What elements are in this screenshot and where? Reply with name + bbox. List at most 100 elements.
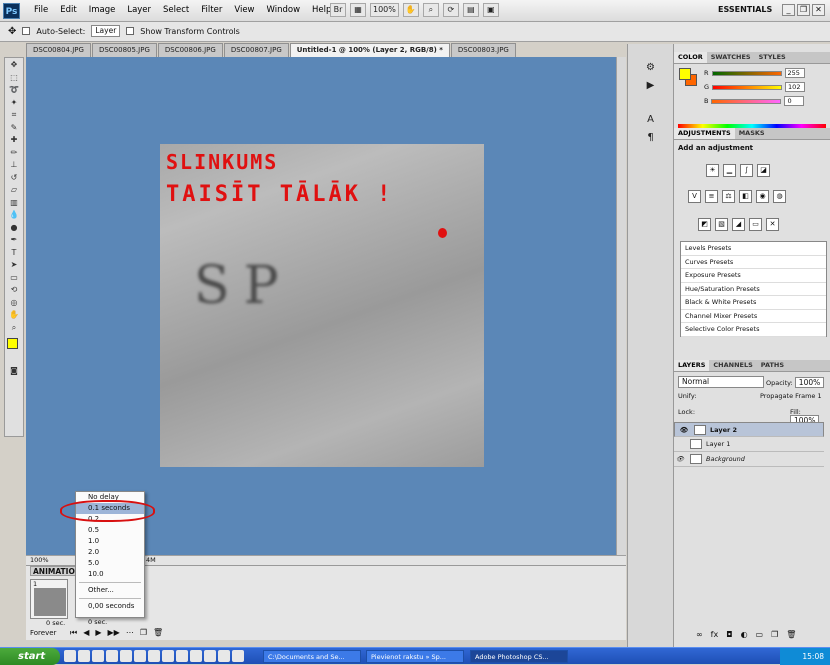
layer-style-icon[interactable]: fx: [711, 630, 719, 639]
frame2-delay[interactable]: 0 sec.: [88, 618, 107, 626]
group-icon[interactable]: ▭: [756, 630, 764, 639]
levels-icon[interactable]: ▁: [723, 164, 736, 177]
preset-item[interactable]: Black & White Presets: [681, 296, 826, 310]
prev-frame-icon[interactable]: ◀: [83, 628, 89, 638]
lasso-tool-icon[interactable]: ➰: [5, 84, 23, 96]
blend-mode-select[interactable]: Normal: [678, 376, 764, 388]
close-icon[interactable]: ✕: [812, 4, 825, 16]
status-zoom[interactable]: 100%: [30, 556, 49, 564]
brightness-icon[interactable]: ☀: [706, 164, 719, 177]
restore-icon[interactable]: ❐: [797, 4, 810, 16]
black-white-icon[interactable]: ◧: [739, 190, 752, 203]
view-extras-button[interactable]: ▦: [350, 3, 366, 17]
move-tool-icon[interactable]: ✥: [8, 26, 16, 37]
animation-tab[interactable]: ANIMATION: [30, 566, 81, 576]
magic-wand-icon[interactable]: ✦: [5, 97, 23, 109]
paragraph-panel-icon[interactable]: ¶: [642, 132, 660, 146]
taskbar-item-photoshop[interactable]: Adobe Photoshop CS...: [470, 650, 568, 663]
tab-adjustments[interactable]: ADJUSTMENTS: [674, 128, 735, 139]
quick-launch-icon[interactable]: [78, 650, 90, 662]
quick-launch-icon[interactable]: [148, 650, 160, 662]
preset-item[interactable]: Exposure Presets: [681, 269, 826, 283]
move-tool-icon[interactable]: ✥: [5, 59, 23, 71]
healing-brush-icon[interactable]: ✚: [5, 134, 23, 146]
tab-dsc00807[interactable]: DSC00807.JPG: [223, 43, 289, 57]
quick-launch-icon[interactable]: [120, 650, 132, 662]
quick-launch-icon[interactable]: [204, 650, 216, 662]
quick-launch-icon[interactable]: [162, 650, 174, 662]
document-image[interactable]: SLINKUMS TAISĪT TĀLĀK ! SP: [160, 144, 484, 467]
eyedropper-icon[interactable]: ✎: [5, 122, 23, 134]
hand-tool-icon[interactable]: ✋: [5, 309, 23, 321]
tab-dsc00805[interactable]: DSC00805.JPG: [91, 43, 157, 57]
type-tool-icon[interactable]: T: [5, 247, 23, 259]
vibrance-icon[interactable]: V: [688, 190, 701, 203]
play-icon[interactable]: ▶: [95, 628, 101, 638]
tween-icon[interactable]: ⋯: [126, 628, 134, 638]
eraser-tool-icon[interactable]: ▱: [5, 184, 23, 196]
tab-masks[interactable]: MASKS: [735, 128, 769, 139]
channel-mixer-icon[interactable]: ◍: [773, 190, 786, 203]
selective-color-icon[interactable]: ✕: [766, 218, 779, 231]
minimize-icon[interactable]: _: [782, 4, 795, 16]
3d-rotate-icon[interactable]: ⟲: [5, 284, 23, 296]
tab-dsc00806[interactable]: DSC00806.JPG: [157, 43, 223, 57]
menu-view[interactable]: View: [228, 5, 260, 15]
tab-channels[interactable]: CHANNELS: [709, 360, 756, 371]
hand-tool-icon[interactable]: ✋: [402, 3, 419, 17]
quick-mask-icon[interactable]: ◙: [5, 365, 23, 377]
exposure-icon[interactable]: ◪: [757, 164, 770, 177]
quick-launch-icon[interactable]: [218, 650, 230, 662]
link-layers-icon[interactable]: ∞: [696, 630, 703, 639]
quick-launch-icon[interactable]: [190, 650, 202, 662]
duplicate-frame-icon[interactable]: ❐: [140, 628, 147, 638]
workspace-switcher[interactable]: ESSENTIALS: [718, 5, 772, 14]
taskbar-item-browser[interactable]: Pievienot rakstu » Sp...: [366, 650, 464, 663]
start-button[interactable]: start: [0, 648, 60, 665]
invert-icon[interactable]: ◩: [698, 218, 711, 231]
delay-option[interactable]: 1.0: [76, 536, 144, 547]
preset-item[interactable]: Channel Mixer Presets: [681, 310, 826, 323]
tab-dsc00803[interactable]: DSC00803.JPG: [450, 43, 516, 57]
loop-select[interactable]: Forever: [30, 629, 56, 637]
tab-untitled-1[interactable]: Untitled-1 @ 100% (Layer 2, RGB/8) *: [289, 43, 450, 57]
tab-dsc00804[interactable]: DSC00804.JPG: [26, 43, 91, 57]
delay-current-value[interactable]: 0,00 seconds: [76, 601, 144, 612]
history-panel-icon[interactable]: ⚙: [642, 62, 660, 76]
taskbar-item-explorer[interactable]: C:\Documents and Se...: [263, 650, 361, 663]
preset-item[interactable]: Hue/Saturation Presets: [681, 283, 826, 296]
tab-layers[interactable]: LAYERS: [674, 360, 710, 371]
preset-item[interactable]: Selective Color Presets: [681, 323, 826, 337]
layer-row[interactable]: Layer 1: [674, 437, 824, 452]
red-slider[interactable]: [711, 70, 782, 76]
layer-row[interactable]: 👁 Layer 2: [674, 422, 824, 437]
vertical-scrollbar[interactable]: [616, 57, 626, 555]
history-brush-icon[interactable]: ↺: [5, 172, 23, 184]
frame1-delay[interactable]: 0 sec.: [46, 619, 65, 627]
delay-option[interactable]: 10.0: [76, 569, 144, 580]
menu-select[interactable]: Select: [157, 5, 195, 15]
delete-frame-icon[interactable]: 🗑: [153, 628, 163, 638]
dodge-tool-icon[interactable]: ●: [5, 222, 23, 234]
menu-layer[interactable]: Layer: [121, 5, 157, 15]
menu-window[interactable]: Window: [261, 5, 307, 15]
auto-select-dropdown[interactable]: Layer: [91, 25, 121, 37]
actions-panel-icon[interactable]: ▶: [642, 80, 660, 94]
character-panel-icon[interactable]: A: [642, 114, 660, 128]
delay-option[interactable]: 5.0: [76, 558, 144, 569]
posterize-icon[interactable]: ▧: [715, 218, 728, 231]
eye-icon[interactable]: 👁: [674, 452, 686, 466]
blur-tool-icon[interactable]: 💧: [5, 209, 23, 221]
quick-launch-icon[interactable]: [92, 650, 104, 662]
arrange-documents-icon[interactable]: ▤: [462, 3, 479, 17]
zoom-tool-icon[interactable]: ⌕: [422, 3, 439, 17]
path-selection-icon[interactable]: ➤: [5, 259, 23, 271]
pen-tool-icon[interactable]: ✒: [5, 234, 23, 246]
adjustment-layer-icon[interactable]: ◐: [741, 630, 748, 639]
layer-mask-icon[interactable]: ◘: [726, 630, 732, 639]
opacity-value[interactable]: 100%: [794, 377, 825, 388]
menu-filter[interactable]: Filter: [195, 5, 228, 15]
delay-other-option[interactable]: Other...: [76, 585, 144, 596]
blue-slider[interactable]: [711, 98, 782, 104]
eye-icon[interactable]: 👁: [678, 423, 690, 437]
